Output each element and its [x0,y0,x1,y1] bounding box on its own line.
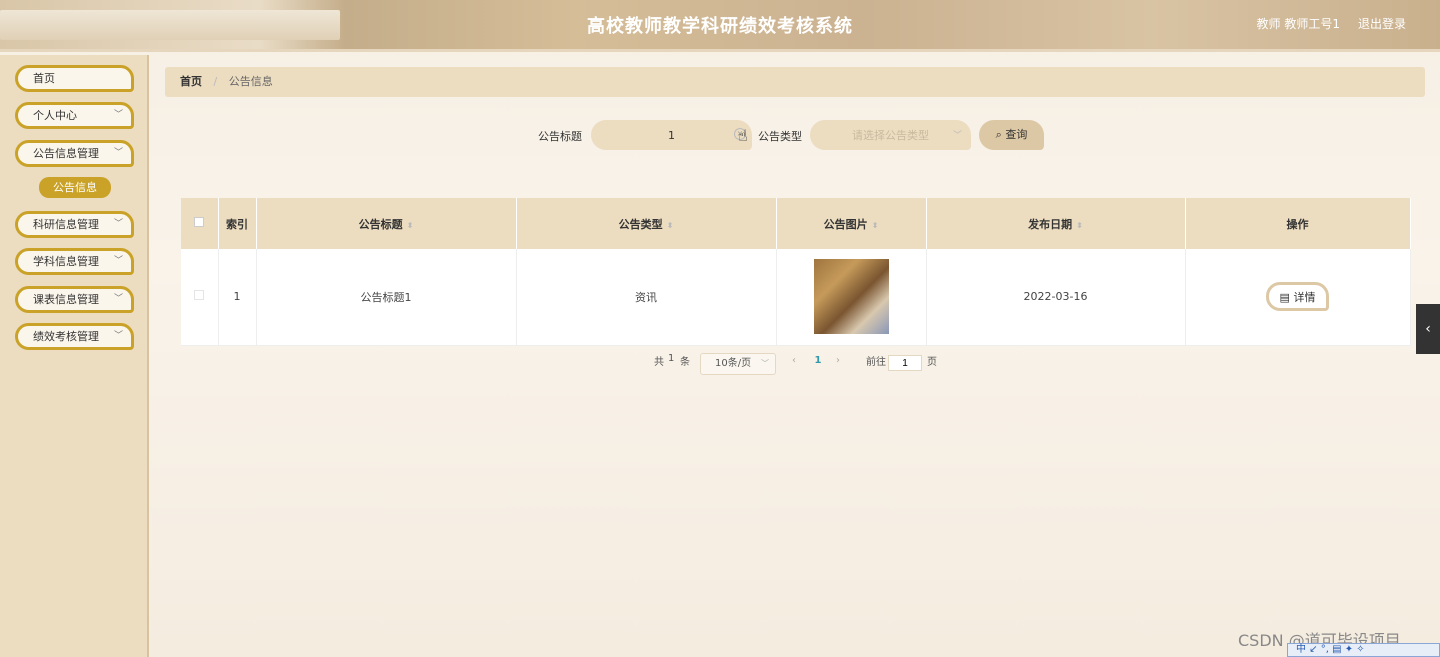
row-title: 公告标题1 [256,249,517,346]
sidebar-item-label: 课表信息管理 [33,293,99,306]
sidebar-item-performance-management[interactable]: 绩效考核管理 ﹀ [15,323,134,350]
pagination-total: 1 [668,353,675,364]
sort-icon[interactable]: ⬍ [407,221,414,230]
col-actions: 操作 [1185,198,1411,249]
top-header: 高校教师教学科研绩效考核系统 教师 教师工号1 退出登录 [0,0,1440,52]
row-type: 资讯 [516,249,777,346]
sidebar-item-label: 公告信息管理 [33,147,99,160]
breadcrumb: 首页 / 公告信息 [165,67,1425,97]
breadcrumb-home[interactable]: 首页 [180,75,202,88]
announcement-table: 索引 公告标题 ⬍ 公告类型 ⬍ 公告图片 ⬍ 发布日期 ⬍ 操作 1 公告标题1 资讯… [181,198,1411,346]
row-actions: ▤ 详情 [1185,249,1411,346]
chevron-down-icon: ﹀ [113,331,123,341]
title-search-label: 公告标题 [538,130,582,143]
chevron-down-icon: ﹀ [953,131,963,141]
detail-button-label: 详情 [1293,291,1316,305]
breadcrumb-separator: / [213,75,218,88]
page-number[interactable]: 1 [808,355,828,366]
sidebar-item-home[interactable]: 首页 [15,65,134,92]
sidebar-item-personal-center[interactable]: 个人中心 ﹀ [15,102,134,129]
search-icon: ⌕ [995,128,1002,141]
sidebar-item-label: 绩效考核管理 [33,330,99,343]
select-all-checkbox[interactable] [194,217,205,227]
col-image-label: 公告图片 [823,217,868,231]
page-size-value: 10条/页 [715,358,752,369]
sidebar-item-label: 学科信息管理 [33,255,99,268]
sidebar-item-label: 首页 [33,72,55,85]
table-row: 1 公告标题1 资讯 2022-03-16 ▤ 详情 [181,249,1411,346]
sidebar-subitem-announcements[interactable]: 公告信息 [39,177,111,198]
next-page-button[interactable]: › [836,355,840,366]
page-size-select[interactable]: 10条/页 ﹀ [700,353,776,375]
logout-link[interactable]: 退出登录 [1358,15,1406,32]
chevron-left-icon[interactable]: ‹ [1416,304,1440,354]
col-type[interactable]: 公告类型 ⬍ [516,198,777,249]
row-checkbox[interactable] [194,290,205,301]
chevron-down-icon: ﹀ [113,148,123,158]
col-title-label: 公告标题 [358,217,403,231]
sort-icon[interactable]: ⬍ [872,221,879,230]
row-index: 1 [218,249,257,346]
row-image-cell [776,249,927,346]
title-search-input[interactable] [591,120,752,150]
table-header-row: 索引 公告标题 ⬍ 公告类型 ⬍ 公告图片 ⬍ 发布日期 ⬍ 操作 [181,198,1411,249]
row-select-cell [181,249,219,346]
sort-icon[interactable]: ⬍ [667,221,674,230]
col-title[interactable]: 公告标题 ⬍ [256,198,517,249]
col-date[interactable]: 发布日期 ⬍ [926,198,1186,249]
hand-cursor-icon: ☝ [738,126,748,145]
sidebar-item-label: 科研信息管理 [33,218,99,231]
type-select[interactable] [810,120,971,150]
chevron-down-icon: ﹀ [761,359,769,368]
chevron-down-icon: ﹀ [113,219,123,229]
col-image[interactable]: 公告图片 ⬍ [776,198,927,249]
sidebar-item-announcement-management[interactable]: 公告信息管理 ﹀ [15,140,134,167]
sort-icon[interactable]: ⬍ [1076,221,1083,230]
col-type-label: 公告类型 [618,217,663,231]
query-button[interactable]: ⌕ 查询 [979,120,1044,150]
select-all-cell [181,198,219,249]
col-date-label: 发布日期 [1028,217,1073,231]
sidebar-item-schedule-management[interactable]: 课表信息管理 ﹀ [15,286,134,313]
row-date: 2022-03-16 [926,249,1186,346]
app-title: 高校教师教学科研绩效考核系统 [587,16,853,37]
detail-button[interactable]: ▤ 详情 [1266,282,1329,312]
document-icon: ▤ [1279,291,1290,305]
sidebar-item-label: 个人中心 [33,109,77,122]
chevron-down-icon: ﹀ [113,110,123,120]
chevron-down-icon: ﹀ [113,294,123,304]
goto-suffix: 页 [927,357,937,368]
pagination-total-suffix: 条 [680,357,690,368]
chevron-down-icon: ﹀ [113,256,123,266]
prev-page-button[interactable]: ‹ [792,355,796,366]
current-user: 教师 教师工号1 [1256,17,1340,31]
query-button-label: 查询 [1005,128,1028,141]
sidebar-item-subject-management[interactable]: 学科信息管理 ﹀ [15,248,134,275]
ime-toolbar[interactable]: 中 ↙ °, ▤ ✦ ✧ [1287,643,1440,657]
type-search-label: 公告类型 [758,130,802,143]
goto-prefix: 前往 [866,357,886,368]
col-index: 索引 [218,198,257,249]
announcement-image[interactable] [813,259,889,335]
sidebar-item-research-management[interactable]: 科研信息管理 ﹀ [15,211,134,238]
breadcrumb-current: 公告信息 [228,75,273,88]
pagination-total-prefix: 共 [654,357,664,368]
goto-page-input[interactable] [888,355,922,371]
